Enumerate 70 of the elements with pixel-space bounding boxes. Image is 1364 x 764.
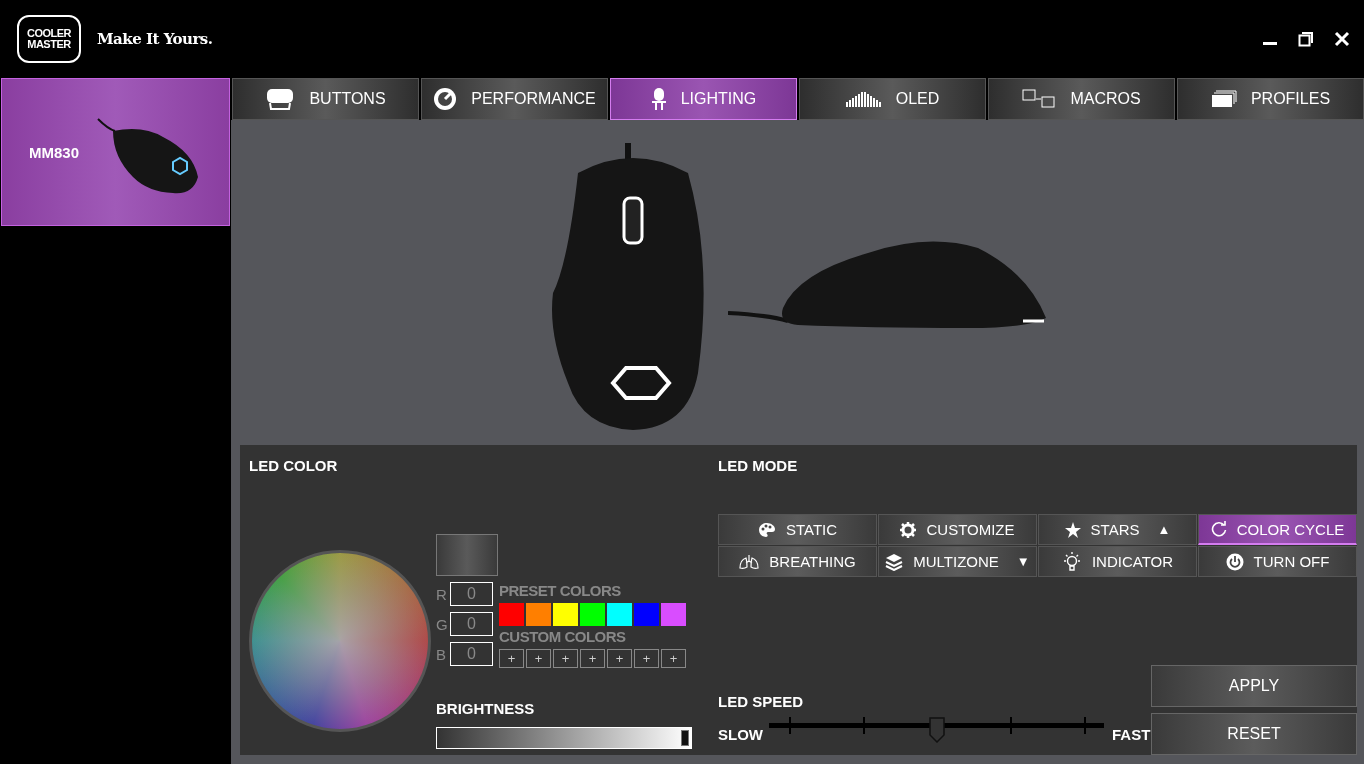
preset-swatch[interactable] — [553, 603, 578, 626]
star-icon — [1064, 521, 1081, 538]
mode-button[interactable]: MULTIZONE ▼ — [878, 546, 1037, 577]
key-icon — [265, 88, 296, 110]
device-card[interactable]: MM830 — [1, 78, 230, 226]
preset-colors-label: PRESET COLORS — [499, 582, 622, 600]
mode-button[interactable]: TURN OFF — [1198, 546, 1357, 577]
tab[interactable]: LIGHTING — [610, 78, 797, 120]
add-color-button[interactable]: + — [553, 649, 578, 668]
fast-label: FAST — [1112, 726, 1151, 743]
add-color-button[interactable]: + — [661, 649, 686, 668]
caret-icon: ▲ — [1157, 522, 1171, 537]
reset-button[interactable]: RESET — [1151, 713, 1357, 755]
gear-icon — [900, 521, 917, 538]
led-speed-label: LED SPEED — [718, 693, 804, 710]
power-icon — [1225, 552, 1244, 571]
channel-label: B — [436, 645, 446, 663]
preset-swatch[interactable] — [661, 603, 686, 626]
gauge-icon — [433, 87, 458, 111]
cards-icon — [1210, 90, 1237, 108]
bulb-icon — [650, 87, 667, 111]
maximize-icon[interactable] — [1298, 30, 1314, 47]
speed-slider[interactable] — [769, 717, 1104, 743]
tab[interactable]: OLED — [799, 78, 986, 120]
section-title: LED COLOR — [249, 457, 339, 474]
custom-colors-label: CUSTOM COLORS — [499, 628, 627, 646]
equalizer-icon — [845, 91, 882, 107]
tagline: Make It Yours. — [97, 29, 213, 48]
brightness-slider[interactable] — [436, 727, 692, 749]
preset-swatch[interactable] — [526, 603, 551, 626]
refresh-icon — [1210, 521, 1227, 537]
mode-button[interactable]: INDICATOR — [1038, 546, 1197, 577]
apply-button[interactable]: APPLY — [1151, 665, 1357, 707]
close-icon[interactable] — [1334, 30, 1350, 47]
add-color-button[interactable]: + — [499, 649, 524, 668]
channel-label: R — [436, 585, 446, 603]
keys-icon — [1022, 89, 1057, 109]
caret-icon: ▼ — [1016, 554, 1030, 569]
preset-swatch[interactable] — [607, 603, 632, 626]
tab[interactable]: PERFORMANCE — [421, 78, 608, 120]
slow-label: SLOW — [718, 726, 763, 743]
brightness-label: BRIGHTNESS — [436, 700, 536, 717]
add-color-button[interactable]: + — [526, 649, 551, 668]
preset-swatch[interactable] — [580, 603, 605, 626]
section-title: LED MODE — [718, 457, 799, 474]
channel-input[interactable]: 0 — [450, 582, 493, 606]
add-color-button[interactable]: + — [580, 649, 605, 668]
lungs-icon — [739, 553, 760, 570]
tab[interactable]: PROFILES — [1177, 78, 1364, 120]
color-preview — [436, 534, 498, 576]
preset-swatch[interactable] — [634, 603, 659, 626]
lightbulb-icon — [1061, 551, 1082, 572]
logo: COOLER MASTER — [17, 14, 81, 63]
add-color-button[interactable]: + — [607, 649, 632, 668]
tab[interactable]: BUTTONS — [232, 78, 419, 120]
channel-label: G — [436, 615, 446, 633]
mode-button[interactable]: BREATHING — [718, 546, 877, 577]
add-color-button[interactable]: + — [634, 649, 659, 668]
mode-button[interactable]: CUSTOMIZE — [878, 514, 1037, 545]
channel-input[interactable]: 0 — [450, 642, 493, 666]
layers-icon — [885, 552, 904, 571]
channel-input[interactable]: 0 — [450, 612, 493, 636]
preset-swatch[interactable] — [499, 603, 524, 626]
mode-button[interactable]: COLOR CYCLE — [1198, 514, 1357, 545]
slider-thumb[interactable] — [928, 717, 945, 743]
tab[interactable]: MACROS — [988, 78, 1175, 120]
palette-icon — [757, 521, 776, 538]
mode-button[interactable]: STARS ▲ — [1038, 514, 1197, 545]
slider-thumb[interactable] — [681, 730, 689, 746]
mode-button[interactable]: STATIC — [718, 514, 877, 545]
